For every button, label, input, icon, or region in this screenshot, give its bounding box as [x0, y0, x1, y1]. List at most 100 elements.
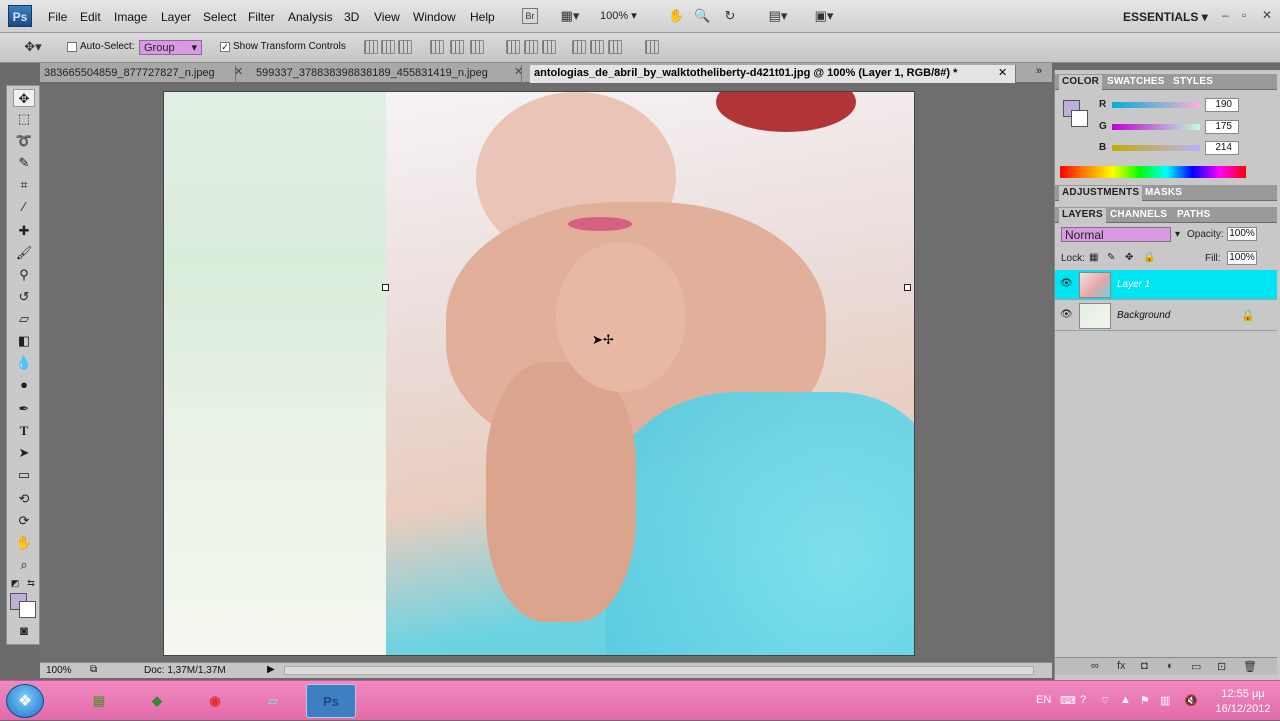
channel-r-value[interactable]: 190 [1205, 98, 1239, 112]
menu-view[interactable]: View [374, 10, 400, 24]
distribute-bottom-icon[interactable] [542, 40, 556, 54]
type-tool-icon[interactable]: T [13, 422, 35, 440]
arrange-documents-icon[interactable]: ▤▾ [762, 8, 794, 24]
distribute-hcenter-icon[interactable] [590, 40, 604, 54]
opacity-input[interactable]: 100% [1227, 227, 1257, 241]
menu-file[interactable]: File [48, 10, 67, 24]
taskbar-explorer-icon[interactable]: ▤ [74, 684, 124, 718]
rotate-view-icon[interactable]: ↻ [722, 8, 738, 24]
path-selection-tool-icon[interactable]: ➤ [13, 444, 35, 462]
align-top-icon[interactable] [364, 40, 378, 54]
3d-rotate-tool-icon[interactable]: ⟲ [13, 490, 35, 508]
menu-image[interactable]: Image [114, 10, 147, 24]
transform-handle-right[interactable] [904, 284, 911, 291]
tab-document-active[interactable]: antologias_de_abril_by_walktotheliberty-… [530, 65, 1016, 83]
add-mask-icon[interactable]: ◘ [1141, 660, 1148, 672]
swap-colors-icon[interactable]: ⇆ [25, 574, 37, 592]
menu-window[interactable]: Window [413, 10, 456, 24]
paint-bucket-tool-icon[interactable]: ◧ [13, 332, 35, 350]
taskbar-app-icon[interactable]: ▱ [248, 684, 298, 718]
menu-filter[interactable]: Filter [248, 10, 275, 24]
clock-date[interactable]: 16/12/2012 [1212, 703, 1274, 715]
color-spectrum-bar[interactable] [1060, 166, 1246, 178]
adjustment-layer-icon[interactable]: ◐ [1167, 660, 1174, 672]
network-icon[interactable]: ▥ [1160, 694, 1170, 707]
new-layer-icon[interactable]: ⊡ [1217, 660, 1226, 673]
distribute-vcenter-icon[interactable] [524, 40, 538, 54]
show-hidden-icons[interactable]: ▲ [1120, 694, 1131, 706]
3d-orbit-tool-icon[interactable]: ⟳ [13, 512, 35, 530]
new-group-icon[interactable]: ▭ [1191, 660, 1201, 673]
quick-selection-tool-icon[interactable]: ✎ [13, 154, 35, 172]
marquee-tool-icon[interactable]: ⬚ [13, 110, 35, 128]
status-zoom[interactable]: 100% [46, 665, 72, 676]
align-hcenter-icon[interactable] [450, 40, 464, 54]
channel-b-value[interactable]: 214 [1205, 141, 1239, 155]
hand-tool-icon[interactable]: ✋ [668, 8, 684, 24]
lock-position-icon[interactable]: ✥ [1125, 252, 1133, 263]
crop-tool-icon[interactable]: ⌗ [13, 176, 35, 194]
tab-adjustments[interactable]: ADJUSTMENTS [1059, 186, 1143, 201]
status-icon[interactable]: ⧉ [90, 664, 97, 675]
tab-styles[interactable]: STYLES [1173, 76, 1213, 87]
zoom-select[interactable]: 100% ▾ [600, 9, 646, 24]
move-tool-icon[interactable]: ✥ [13, 89, 35, 107]
blur-tool-icon[interactable]: 💧 [13, 354, 35, 372]
close-icon[interactable]: ✕ [1262, 8, 1272, 22]
zoom-tool-icon[interactable]: 🔍 [694, 8, 710, 24]
photoshop-logo-icon[interactable]: Ps [8, 5, 32, 27]
wifi-icon[interactable]: ⌔ [1100, 694, 1110, 708]
channel-b-slider[interactable] [1112, 145, 1200, 151]
tab-masks[interactable]: MASKS [1145, 187, 1182, 198]
menu-edit[interactable]: Edit [80, 10, 101, 24]
tab-document-2[interactable]: 599337_378838398838189_455831419_n.jpeg [252, 65, 522, 83]
action-center-icon[interactable]: ⚑ [1140, 694, 1150, 707]
view-extras-icon[interactable]: ▦▾ [555, 8, 585, 24]
channel-r-slider[interactable] [1112, 102, 1200, 108]
auto-select-dropdown[interactable]: Group ▾ [139, 40, 202, 55]
align-left-icon[interactable] [430, 40, 444, 54]
tab-color[interactable]: COLOR [1059, 75, 1103, 90]
volume-icon[interactable]: 🔇 [1184, 694, 1198, 707]
minimize-icon[interactable]: – [1222, 8, 1229, 22]
eye-icon[interactable]: 👁 [1060, 309, 1073, 320]
distribute-top-icon[interactable] [506, 40, 520, 54]
eraser-tool-icon[interactable]: ▱ [13, 310, 35, 328]
menu-select[interactable]: Select [203, 10, 236, 24]
delete-layer-icon[interactable]: 🗑 [1243, 660, 1257, 673]
show-transform-checkbox[interactable]: ✓ [220, 42, 230, 52]
canvas-area[interactable] [40, 84, 1052, 662]
tab-close-icon[interactable]: ✕ [514, 65, 523, 78]
clock-time[interactable]: 12:55 μμ [1212, 688, 1274, 700]
lasso-tool-icon[interactable]: ➰ [13, 132, 35, 150]
lock-all-icon[interactable]: 🔒 [1143, 252, 1155, 263]
menu-help[interactable]: Help [470, 10, 495, 24]
bridge-icon[interactable]: Br [522, 8, 538, 24]
menu-layer[interactable]: Layer [161, 10, 191, 24]
transform-handle-left[interactable] [382, 284, 389, 291]
restore-icon[interactable]: ▫ [1242, 8, 1246, 22]
align-vcenter-icon[interactable] [381, 40, 395, 54]
clone-stamp-tool-icon[interactable]: ⚲ [13, 266, 35, 284]
eyedropper-tool-icon[interactable]: ⁄ [13, 198, 35, 216]
auto-align-icon[interactable] [645, 40, 659, 54]
healing-brush-tool-icon[interactable]: ✚ [13, 222, 35, 240]
status-menu-arrow-icon[interactable]: ▶ [267, 664, 275, 675]
tab-document-1[interactable]: 383665504859_877727827_n.jpeg [40, 65, 236, 83]
channel-g-slider[interactable] [1112, 124, 1200, 130]
tab-paths[interactable]: PATHS [1177, 209, 1210, 220]
taskbar-chrome-icon[interactable]: ◉ [190, 684, 240, 718]
keyboard-icon[interactable]: ⌨ [1060, 694, 1076, 707]
taskbar-photoshop-icon[interactable]: Ps [306, 684, 356, 718]
tab-layers[interactable]: LAYERS [1059, 208, 1106, 223]
start-button[interactable]: ❖ [6, 684, 44, 718]
channel-g-value[interactable]: 175 [1205, 120, 1239, 134]
background-color-swatch[interactable] [19, 601, 36, 618]
align-bottom-icon[interactable] [398, 40, 412, 54]
layer-row-background[interactable]: 👁 Background 🔒 [1055, 301, 1277, 331]
tab-close-icon[interactable]: ✕ [234, 65, 243, 78]
quick-mask-icon[interactable]: ◙ [13, 622, 35, 640]
layer-row-layer-1[interactable]: 👁 Layer 1 [1055, 270, 1277, 300]
screen-mode-icon[interactable]: ▣▾ [808, 8, 840, 24]
tab-channels[interactable]: CHANNELS [1110, 209, 1167, 220]
